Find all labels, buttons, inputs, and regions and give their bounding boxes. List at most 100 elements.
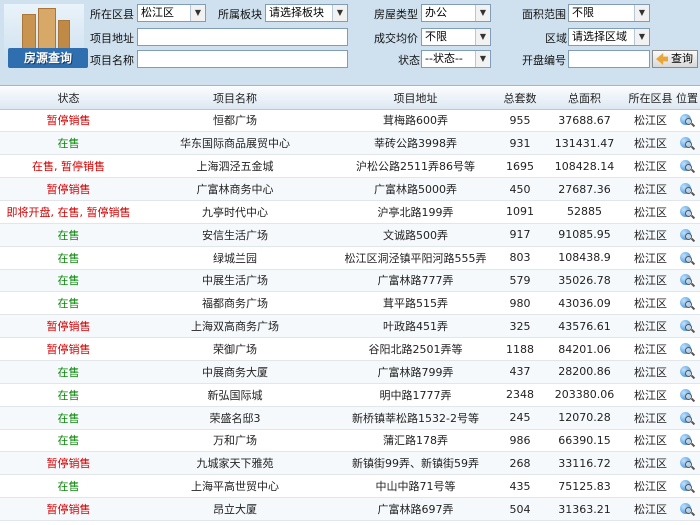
region-select[interactable]: 请选择区域 ▼ — [568, 28, 650, 46]
project-address: 文诚路500弄 — [333, 223, 498, 247]
map-search-icon[interactable] — [680, 113, 696, 128]
location-cell[interactable] — [674, 291, 700, 316]
location-cell[interactable] — [674, 314, 700, 339]
region-value: 请选择区域 — [572, 30, 627, 43]
district-select[interactable]: 松江区 ▼ — [137, 4, 206, 22]
chevron-down-icon: ▼ — [634, 29, 649, 45]
status-cell[interactable]: 暂停销售 — [0, 337, 137, 361]
map-search-icon[interactable] — [680, 205, 696, 219]
map-search-icon[interactable] — [680, 388, 696, 402]
permit-input[interactable] — [568, 50, 650, 68]
map-search-icon[interactable] — [680, 365, 696, 379]
total-area: 37688.67 — [542, 109, 627, 133]
project-name-link[interactable]: 昂立大厦 — [137, 497, 333, 521]
project-name-link[interactable]: 九城家天下雅苑 — [137, 451, 333, 476]
location-cell[interactable] — [674, 109, 700, 133]
map-search-icon[interactable] — [680, 159, 696, 174]
status-select[interactable]: --状态-- ▼ — [421, 50, 491, 68]
location-cell[interactable] — [674, 246, 700, 270]
map-search-icon[interactable] — [680, 411, 696, 425]
map-search-icon[interactable] — [680, 228, 696, 242]
project-name-link[interactable]: 上海泗泾五金城 — [137, 154, 333, 179]
map-search-icon[interactable] — [680, 342, 696, 357]
location-cell[interactable] — [674, 429, 700, 453]
status-cell[interactable]: 在售 — [0, 223, 137, 247]
status-cell[interactable]: 即将开盘, 在售, 暂停销售 — [0, 200, 137, 224]
project-name-link[interactable]: 安信生活广场 — [137, 223, 333, 247]
table-row: 暂停销售 广富林商务中心 广富林路5000弄 450 27687.36 松江区 — [0, 177, 700, 201]
project-name-link[interactable]: 万和广场 — [137, 429, 333, 453]
project-name-link[interactable]: 上海平高世贸中心 — [137, 474, 333, 499]
map-search-icon[interactable] — [680, 479, 696, 494]
name-input[interactable] — [137, 50, 348, 68]
status-cell[interactable]: 暂停销售 — [0, 314, 137, 339]
status-cell[interactable]: 在售 — [0, 360, 137, 384]
header-name: 项目名称 — [137, 87, 333, 110]
project-name-link[interactable]: 新弘国际城 — [137, 383, 333, 407]
table-row: 在售 上海平高世贸中心 中山中路71号等 435 75125.83 松江区 — [0, 474, 700, 499]
map-search-icon[interactable] — [680, 251, 696, 265]
location-cell[interactable] — [674, 154, 700, 179]
status-cell[interactable]: 在售 — [0, 383, 137, 407]
map-search-icon[interactable] — [680, 136, 696, 151]
map-search-icon[interactable] — [680, 456, 696, 471]
map-search-icon[interactable] — [680, 433, 696, 448]
table-row: 在售, 暂停销售 上海泗泾五金城 沪松公路2511弄86号等 1695 108428.1… — [0, 154, 700, 179]
status-cell[interactable]: 在售 — [0, 291, 137, 316]
location-cell[interactable] — [674, 497, 700, 521]
location-cell[interactable] — [674, 131, 700, 156]
project-name-link[interactable]: 恒都广场 — [137, 109, 333, 133]
project-name-link[interactable]: 九亭时代中心 — [137, 200, 333, 224]
district-cell: 松江区 — [627, 383, 674, 407]
status-cell[interactable]: 暂停销售 — [0, 451, 137, 476]
status-cell[interactable]: 在售 — [0, 131, 137, 156]
chevron-down-icon: ▼ — [634, 5, 649, 21]
status-cell[interactable]: 暂停销售 — [0, 109, 137, 133]
project-name-link[interactable]: 广富林商务中心 — [137, 177, 333, 201]
project-name-link[interactable]: 中展生活广场 — [137, 269, 333, 293]
project-name-link[interactable]: 中展商务大厦 — [137, 360, 333, 384]
district-cell: 松江区 — [627, 337, 674, 361]
map-search-icon[interactable] — [680, 296, 696, 311]
status-cell[interactable]: 在售 — [0, 406, 137, 430]
status-cell[interactable]: 在售, 暂停销售 — [0, 154, 137, 179]
status-cell[interactable]: 在售 — [0, 246, 137, 270]
location-cell[interactable] — [674, 451, 700, 476]
map-search-icon[interactable] — [680, 319, 696, 334]
chevron-down-icon: ▼ — [475, 51, 490, 67]
project-address: 茸梅路600弄 — [333, 109, 498, 133]
project-address: 新桥镇莘松路1532-2号等 — [333, 406, 498, 430]
magnifier-handle — [690, 237, 696, 242]
search-button[interactable]: 查询 — [652, 50, 698, 68]
status-cell[interactable]: 在售 — [0, 474, 137, 499]
project-name-link[interactable]: 荣御广场 — [137, 337, 333, 361]
area-select[interactable]: 不限 ▼ — [568, 4, 650, 22]
price-select[interactable]: 不限 ▼ — [421, 28, 491, 46]
status-cell[interactable]: 在售 — [0, 429, 137, 453]
project-name-link[interactable]: 上海双高商务广场 — [137, 314, 333, 339]
location-cell[interactable] — [674, 406, 700, 430]
location-cell[interactable] — [674, 474, 700, 499]
status-cell[interactable]: 暂停销售 — [0, 497, 137, 521]
project-name-link[interactable]: 荣盛名邸3 — [137, 406, 333, 430]
map-search-icon[interactable] — [680, 502, 696, 517]
status-cell[interactable]: 在售 — [0, 269, 137, 293]
block-select[interactable]: 请选择板块 ▼ — [265, 4, 348, 22]
location-cell[interactable] — [674, 269, 700, 293]
location-cell[interactable] — [674, 337, 700, 361]
project-name-link[interactable]: 绿城兰园 — [137, 246, 333, 270]
location-cell[interactable] — [674, 223, 700, 247]
status-cell[interactable]: 暂停销售 — [0, 177, 137, 201]
district-cell: 松江区 — [627, 474, 674, 499]
location-cell[interactable] — [674, 177, 700, 201]
project-name-link[interactable]: 福都商务广场 — [137, 291, 333, 316]
address-input[interactable] — [137, 28, 348, 46]
project-address: 莘砖公路3998弄 — [333, 131, 498, 156]
type-select[interactable]: 办公 ▼ — [421, 4, 491, 22]
location-cell[interactable] — [674, 383, 700, 407]
map-search-icon[interactable] — [680, 182, 696, 197]
map-search-icon[interactable] — [680, 273, 696, 288]
location-cell[interactable] — [674, 360, 700, 384]
project-name-link[interactable]: 华东国际商品展贸中心 — [137, 131, 333, 156]
location-cell[interactable] — [674, 200, 700, 224]
